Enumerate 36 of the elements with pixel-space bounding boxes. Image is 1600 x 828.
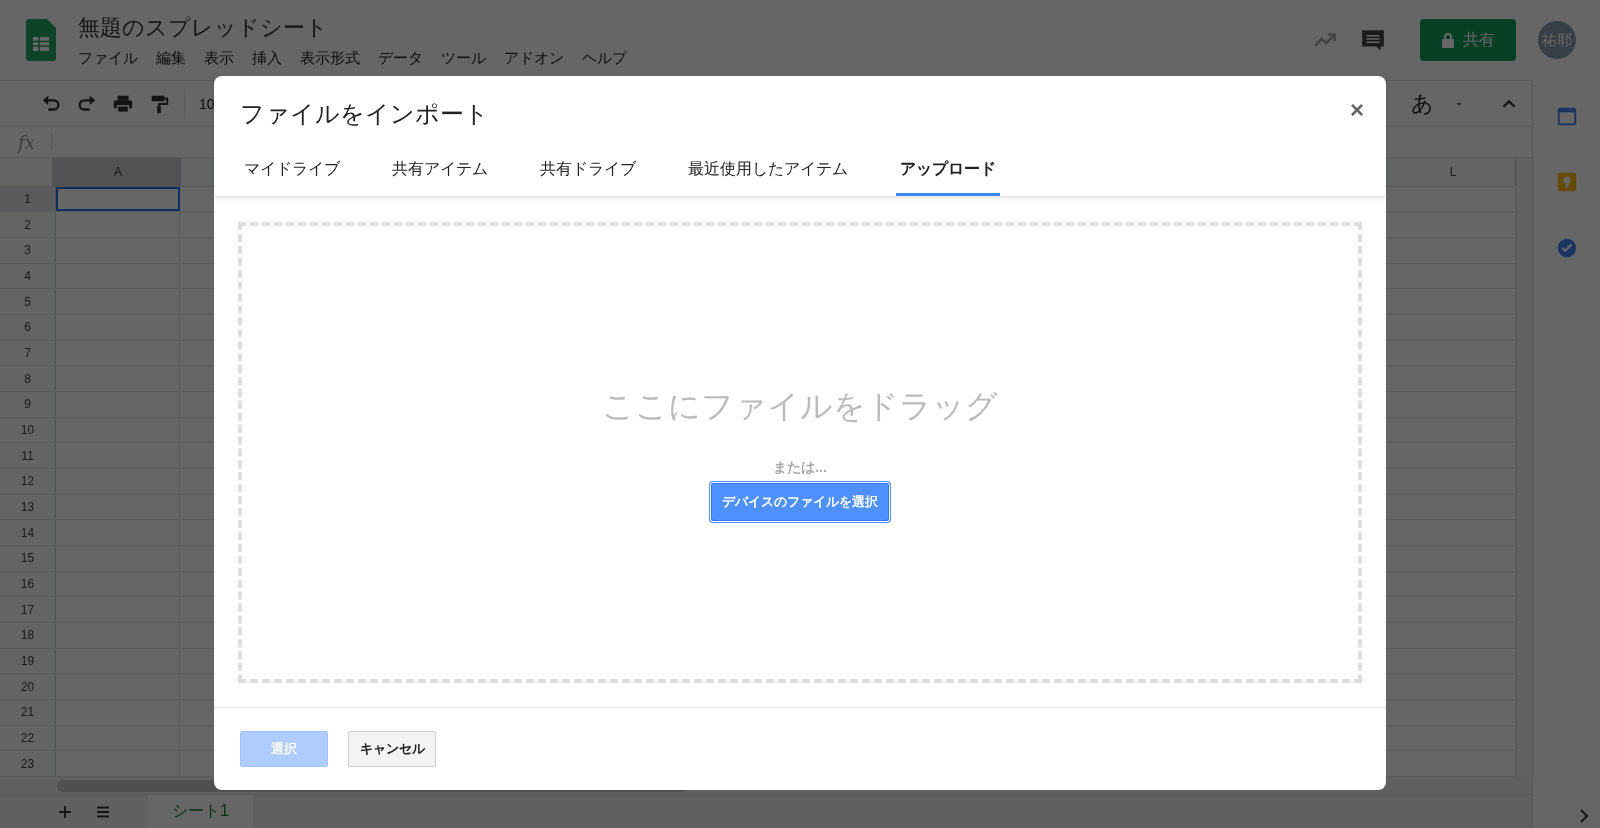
- dialog-tab[interactable]: 共有ドライブ: [536, 146, 640, 196]
- menu-item[interactable]: ツール: [441, 48, 486, 68]
- document-title[interactable]: 無題のスプレッドシート: [78, 12, 1290, 43]
- comment-icon[interactable]: [1360, 27, 1386, 53]
- selected-cell[interactable]: [56, 186, 180, 212]
- tasks-icon[interactable]: [1555, 236, 1578, 260]
- drop-zone[interactable]: ここにファイルをドラッグ または... デバイスのファイルを選択: [238, 222, 1362, 683]
- dialog-tab[interactable]: 共有アイテム: [388, 146, 492, 196]
- chevron-right-icon[interactable]: [1577, 808, 1591, 824]
- lock-icon: [1441, 32, 1455, 48]
- share-button[interactable]: 共有: [1420, 19, 1516, 61]
- menu-item[interactable]: ファイル: [78, 48, 138, 68]
- menu-item[interactable]: 表示: [204, 48, 234, 68]
- column-header[interactable]: A: [56, 158, 181, 186]
- dialog-tab[interactable]: マイドライブ: [240, 146, 344, 196]
- add-sheet-icon[interactable]: [56, 803, 74, 821]
- menu-item[interactable]: 挿入: [252, 48, 282, 68]
- dialog-title: ファイルをインポート: [240, 99, 489, 129]
- dialog-tab[interactable]: 最近使用したアイテム: [684, 146, 852, 196]
- choose-file-button[interactable]: デバイスのファイルを選択: [711, 482, 889, 521]
- sheets-logo-icon[interactable]: [26, 19, 56, 61]
- menu-item[interactable]: 編集: [156, 48, 186, 68]
- menu-item[interactable]: ヘルプ: [582, 48, 627, 68]
- cancel-button[interactable]: キャンセル: [348, 731, 436, 767]
- or-label: または...: [773, 458, 827, 477]
- lightbulb-icon[interactable]: [1555, 170, 1578, 194]
- input-tool-button[interactable]: あ: [1411, 88, 1434, 119]
- menu-item[interactable]: データ: [378, 48, 423, 68]
- zoom-select[interactable]: 10: [199, 95, 215, 112]
- row-header[interactable]: 1: [0, 186, 56, 212]
- dialog-tab[interactable]: アップロード: [896, 146, 1000, 196]
- menu-item[interactable]: 表示形式: [300, 48, 360, 68]
- sheet-tab[interactable]: シート1: [148, 795, 253, 828]
- drop-heading: ここにファイルをドラッグ: [602, 386, 998, 426]
- menu-item[interactable]: アドオン: [504, 48, 564, 68]
- close-button[interactable]: ×: [1346, 96, 1368, 124]
